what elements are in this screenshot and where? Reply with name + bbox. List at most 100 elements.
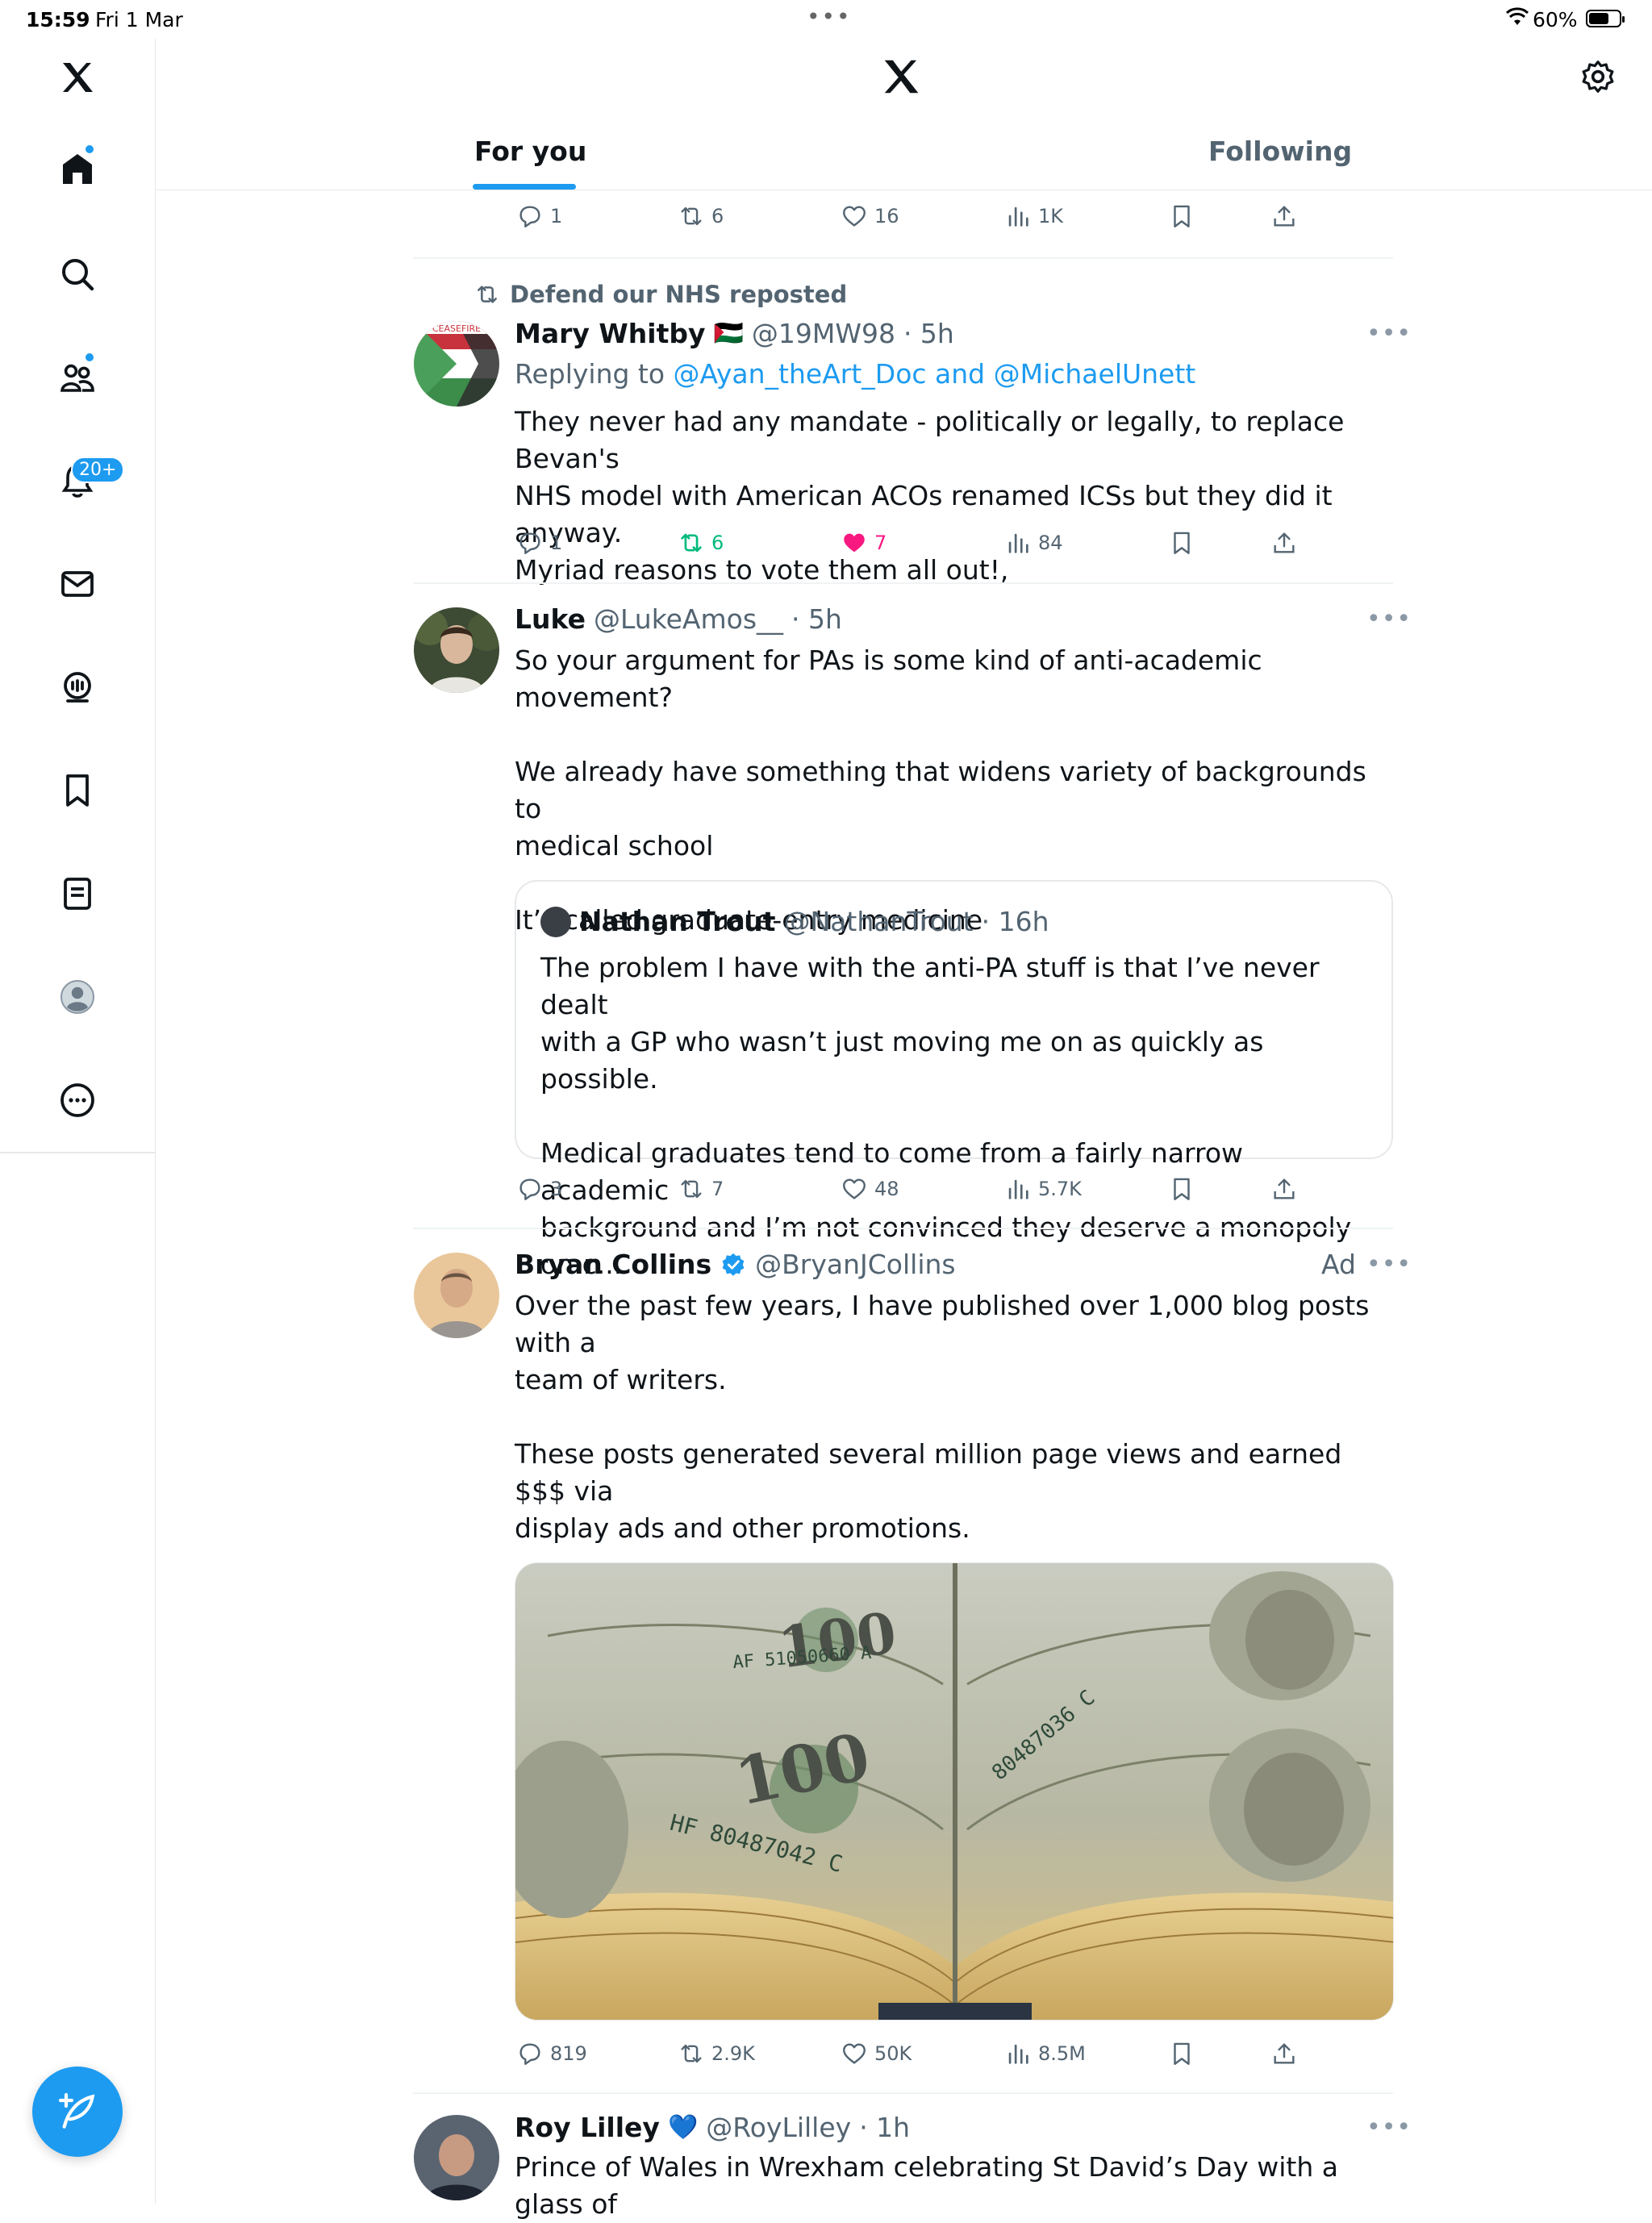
sidebar-item-messages[interactable] bbox=[45, 552, 110, 616]
bookmark-button[interactable] bbox=[1168, 529, 1195, 557]
like-button[interactable]: 16 bbox=[841, 202, 899, 230]
palestine-flag-avatar: CEASEFIRE bbox=[414, 321, 499, 407]
bookmark-icon bbox=[66, 774, 89, 807]
share-button[interactable] bbox=[1270, 529, 1298, 557]
heart-icon bbox=[843, 206, 866, 227]
money-book-image: 100 100 HF 80487042 C 80487036 C AF 5105… bbox=[515, 1563, 1393, 2020]
share-button[interactable] bbox=[1270, 1175, 1298, 1203]
views-button[interactable]: 1K bbox=[1004, 202, 1063, 230]
more-circle-icon bbox=[60, 1083, 94, 1117]
sidebar-item-more[interactable] bbox=[45, 1068, 110, 1132]
sidebar-item-spaces[interactable] bbox=[45, 655, 110, 719]
views-button[interactable]: 8.5M bbox=[1004, 2040, 1086, 2067]
heart-icon bbox=[843, 2043, 866, 2064]
heart-icon bbox=[843, 1178, 866, 1199]
post-image-money-book[interactable]: 100 100 HF 80487042 C 80487036 C AF 5105… bbox=[515, 1562, 1394, 2021]
post-divider bbox=[413, 1228, 1393, 1229]
reply-button[interactable]: 3 bbox=[516, 1175, 562, 1203]
bookmark-button[interactable] bbox=[1168, 202, 1195, 230]
list-icon bbox=[64, 878, 91, 910]
author-handle[interactable]: @LukeAmos__ bbox=[594, 603, 783, 635]
reply-button[interactable]: 1 bbox=[516, 202, 562, 230]
repost-button[interactable]: 2.9K bbox=[678, 2040, 755, 2067]
home-unread-dot bbox=[84, 144, 95, 155]
avatar[interactable]: CEASEFIRE bbox=[414, 321, 499, 407]
post-more-button[interactable]: ••• bbox=[1366, 319, 1412, 348]
post-actions: 3 7 48 5.7K bbox=[516, 1175, 1323, 1207]
like-button[interactable]: 7 bbox=[841, 529, 886, 557]
author-handle[interactable]: @19MW98 bbox=[752, 318, 895, 349]
column-divider bbox=[155, 1152, 156, 2204]
views-button[interactable]: 84 bbox=[1004, 529, 1063, 557]
quoted-post-time: · 16h bbox=[981, 906, 1049, 937]
post-text: Prince of Wales in Wrexham celebrating S… bbox=[515, 2151, 1347, 2220]
avatar[interactable] bbox=[414, 2115, 499, 2200]
bookmark-button[interactable] bbox=[1168, 1175, 1195, 1203]
sidebar-item-explore[interactable] bbox=[45, 242, 110, 307]
x-logo-icon[interactable] bbox=[45, 45, 110, 110]
reply-button[interactable]: 1 bbox=[516, 529, 562, 557]
tab-for-you[interactable]: For you bbox=[474, 136, 586, 167]
compose-post-button[interactable] bbox=[32, 2067, 123, 2157]
share-icon bbox=[1274, 2043, 1295, 2064]
post-time[interactable]: · 1h bbox=[859, 2112, 910, 2143]
post-divider bbox=[413, 582, 1393, 584]
view-count: 1K bbox=[1038, 205, 1064, 227]
share-button[interactable] bbox=[1270, 202, 1298, 230]
post-time[interactable]: · 5h bbox=[791, 603, 842, 635]
feather-plus-icon bbox=[58, 2092, 95, 2129]
x-logo-icon[interactable] bbox=[879, 55, 923, 98]
reply-icon bbox=[519, 206, 540, 227]
person-photo-avatar bbox=[414, 1253, 499, 1338]
replying-to: Replying to @Ayan_theArt_Doc and @Michae… bbox=[515, 358, 1195, 390]
post-actions: 1 6 7 84 bbox=[516, 529, 1323, 561]
like-button[interactable]: 48 bbox=[841, 1175, 899, 1203]
author-handle[interactable]: @BryanJCollins bbox=[755, 1249, 955, 1280]
multitask-indicator[interactable]: ••• bbox=[807, 3, 852, 30]
post-more-button[interactable]: ••• bbox=[1366, 2113, 1412, 2142]
active-tab-indicator bbox=[473, 184, 576, 190]
repost-button[interactable]: 6 bbox=[678, 529, 724, 557]
person-photo-avatar bbox=[414, 2115, 499, 2200]
repost-icon bbox=[681, 533, 702, 553]
sidebar-item-communities[interactable] bbox=[45, 345, 110, 410]
post-more-button[interactable]: ••• bbox=[1366, 1250, 1412, 1278]
quoted-post[interactable]: Nathan Trout @NathanTrout · 16h The prob… bbox=[515, 880, 1393, 1280]
views-button[interactable]: 5.7K bbox=[1004, 1175, 1082, 1203]
post-actions: 819 2.9K 50K 8.5M bbox=[516, 2040, 1323, 2072]
replying-to-users[interactable]: @Ayan_theArt_Doc and @MichaelUnett bbox=[674, 358, 1196, 390]
repost-button[interactable]: 7 bbox=[678, 1175, 724, 1203]
author-name[interactable]: Mary Whitby bbox=[515, 318, 706, 349]
author-name[interactable]: Roy Lilley bbox=[515, 2112, 660, 2143]
reply-count: 1 bbox=[550, 532, 563, 554]
author-name[interactable]: Luke bbox=[515, 603, 586, 635]
sidebar-item-lists[interactable] bbox=[45, 861, 110, 926]
post-more-button[interactable]: ••• bbox=[1366, 605, 1412, 633]
tab-following[interactable]: Following bbox=[1208, 136, 1352, 167]
like-button[interactable]: 50K bbox=[841, 2040, 912, 2067]
sidebar-item-bookmarks[interactable] bbox=[45, 758, 110, 823]
author-handle[interactable]: @RoyLilley bbox=[706, 2112, 851, 2143]
home-icon bbox=[63, 154, 92, 184]
sidebar-item-home[interactable] bbox=[45, 137, 110, 202]
like-count: 16 bbox=[874, 205, 899, 227]
bookmark-button[interactable] bbox=[1168, 2040, 1195, 2067]
repost-button[interactable]: 6 bbox=[678, 202, 724, 230]
sidebar-item-profile[interactable] bbox=[45, 965, 110, 1029]
share-icon bbox=[1274, 532, 1295, 553]
avatar[interactable] bbox=[414, 607, 499, 693]
communities-unread-dot bbox=[84, 352, 95, 363]
reply-icon bbox=[519, 532, 540, 554]
reply-button[interactable]: 819 bbox=[516, 2040, 587, 2067]
post-time[interactable]: · 5h bbox=[903, 318, 954, 349]
reply-count: 819 bbox=[550, 2042, 587, 2065]
avatar[interactable] bbox=[414, 1253, 499, 1338]
repost-count: 6 bbox=[711, 205, 724, 227]
author-name[interactable]: Bryan Collins bbox=[515, 1249, 711, 1280]
view-count: 8.5M bbox=[1038, 2042, 1086, 2065]
quoted-post-header: Nathan Trout @NathanTrout · 16h bbox=[540, 906, 1049, 937]
gear-icon[interactable] bbox=[1579, 58, 1617, 95]
share-button[interactable] bbox=[1270, 2040, 1298, 2067]
view-count: 5.7K bbox=[1038, 1178, 1082, 1200]
bookmark-icon bbox=[1174, 532, 1190, 554]
